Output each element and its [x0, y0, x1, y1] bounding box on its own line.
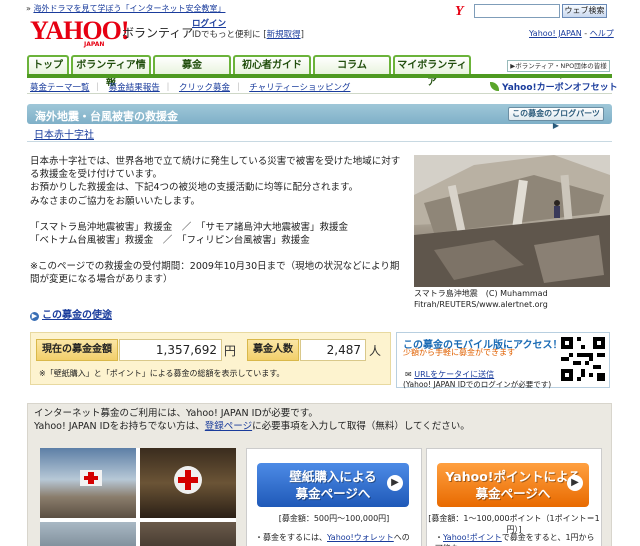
usage-label: この募金の使途	[42, 310, 112, 321]
qr-code-icon	[561, 337, 605, 381]
wallpaper-donation-block: 壁紙購入による 募金ページへ ▶ [募金額：500円〜100,000円] ・募金…	[246, 448, 422, 546]
wallpaper-range: [募金額：500円〜100,000円]	[278, 514, 390, 523]
amount-unit: 円	[224, 344, 237, 358]
relief-photo	[40, 448, 136, 518]
web-search-button[interactable]: ウェブ検索	[562, 4, 607, 18]
arrow-icon: ▶	[30, 312, 39, 321]
points-link[interactable]: Yahoo!ポイント	[443, 533, 502, 542]
earthquake-photo	[414, 155, 610, 287]
subnav-sep: ｜	[163, 83, 173, 93]
donation-methods: インターネット募金のご利用には、Yahoo! JAPAN IDが必要です。 Ya…	[27, 403, 612, 546]
help-link[interactable]: ヘルプ	[590, 29, 614, 38]
page-title-bar: 海外地震・台風被害の救援金 この募金のブログパーツ ▶	[27, 104, 612, 130]
wallpaper-btn-line2: 募金ページへ	[295, 486, 371, 501]
id-required-message: インターネット募金のご利用には、Yahoo! JAPAN IDが必要です。 Ya…	[34, 408, 470, 433]
divider	[27, 141, 612, 142]
relief-photo	[140, 522, 236, 546]
sub-nav: 募金テーマ一覧｜ 募金結果報告｜ クリック募金｜ チャリティーショッピング	[30, 81, 354, 93]
service-title: ボランティア	[122, 26, 194, 40]
points-note-prefix: ・	[435, 533, 443, 542]
amount-number: 1,357,692	[155, 343, 217, 357]
logo-sub: JAPAN	[84, 41, 105, 48]
desc-period: ※このページでの救援金の受付期間：2009年10月30日まで（現地の状況などによ…	[30, 261, 400, 286]
yahoo-japan-link[interactable]: Yahoo! JAPAN	[529, 29, 582, 38]
subnav-click[interactable]: クリック募金	[179, 83, 230, 93]
carbon-label: Yahoo!カーボンオフセット	[502, 83, 618, 93]
header-links: Yahoo! JAPAN - ヘルプ	[529, 28, 614, 39]
desc-funds: 「スマトラ島沖地震被害」救援金 ／ 「サモア諸島沖大地震被害」救援金 「ベトナム…	[30, 221, 348, 247]
usage-link[interactable]: ▶ この募金の使途	[30, 306, 112, 321]
banner-link[interactable]: 海外ドラマを見て学ぼう「インターネット安全教室」	[33, 4, 225, 13]
donation-totals: 現在の募金金額 1,357,692 円 募金人数 2,487 人 ※「壁紙購入」…	[30, 332, 391, 385]
relief-photo	[40, 522, 136, 546]
yahoo-y-icon: Y	[455, 4, 464, 19]
mobile-sub: 少額から手軽に募金ができます	[403, 348, 515, 357]
subnav-charity-shopping[interactable]: チャリティーショッピング	[249, 83, 350, 93]
tab-my-volunteer[interactable]: マイボランティア	[393, 55, 471, 88]
tab-column[interactable]: コラム	[313, 55, 391, 75]
login-box: ログイン IDでもっと便利に [新規取得]	[192, 19, 304, 41]
nav-underline	[27, 74, 612, 78]
people-unit: 人	[369, 344, 382, 358]
login-text-end: ]	[300, 30, 304, 40]
wallpaper-note: ・募金をするには、Yahoo!ウォレットへの	[255, 532, 410, 543]
tab-beginner-guide[interactable]: 初心者ガイド	[233, 55, 311, 75]
arrow-right-icon: ▶	[567, 475, 583, 491]
subnav-sep: ｜	[233, 83, 243, 93]
mobile-access-box: この募金のモバイル版にアクセス！ 少額から手軽に募金ができます ✉ URLをケー…	[396, 332, 610, 389]
msg-line2-suffix: に必要事項を入力して取得（無料）してください。	[252, 420, 470, 432]
wallpaper-note-suffix: への	[393, 533, 410, 542]
login-link[interactable]: ログイン	[192, 19, 226, 29]
tab-volunteer-info[interactable]: ボランティア情報	[71, 55, 151, 88]
points-donation-block: Yahoo!ポイントによる 募金ページへ ▶ [募金額：1〜100,000ポイン…	[426, 448, 602, 546]
logo-main: YAHOO!	[30, 16, 129, 45]
login-text: IDでもっと便利に [	[192, 30, 267, 40]
totals-note: ※「壁紙購入」と「ポイント」による募金の総額を表示しています。	[39, 369, 285, 378]
points-btn-line2: 募金ページへ	[475, 486, 551, 501]
leaf-icon	[490, 82, 499, 91]
relief-photo	[140, 448, 236, 518]
mail-link-label: URLをケータイに送信	[414, 370, 495, 379]
blog-parts-button[interactable]: この募金のブログパーツ ▶	[508, 107, 604, 130]
photo-caption: スマトラ島沖地震 (C) Muhammad Fitrah/REUTERS/www…	[414, 289, 548, 309]
msg-line1: インターネット募金のご利用には、Yahoo! JAPAN IDが必要です。	[34, 408, 318, 419]
mobile-login-note: (Yahoo! JAPAN IDでのログインが必要です)	[403, 380, 552, 389]
people-label: 募金人数	[247, 339, 299, 361]
npo-link[interactable]: ▶ボランティア・NPO団体の皆様へ	[507, 60, 610, 81]
yahoo-logo[interactable]: YAHOO! JAPAN	[30, 16, 129, 49]
arrow-right-icon: ▶	[387, 475, 403, 491]
people-value: 2,487	[300, 339, 366, 361]
amount-value: 1,357,692	[119, 339, 222, 361]
page-title: 海外地震・台風被害の救援金	[35, 110, 178, 123]
wallet-link[interactable]: Yahoo!ウォレット	[327, 533, 394, 542]
wallpaper-note-prefix: ・募金をするには、	[255, 533, 327, 542]
subnav-themes[interactable]: 募金テーマ一覧	[30, 83, 90, 93]
points-note: ・Yahoo!ポイントで募金をすると、1円から可能な	[435, 532, 601, 546]
desc-intro: 日本赤十字社では、世界各地で立て続けに発生している災害で被害を受けた地域に対する…	[30, 156, 401, 207]
header-sep: -	[581, 29, 590, 38]
tab-donation[interactable]: 募金	[153, 55, 231, 75]
organization-link[interactable]: 日本赤十字社	[34, 126, 94, 141]
mail-icon: ✉	[405, 370, 415, 379]
amount-label: 現在の募金金額	[36, 339, 118, 361]
subnav-sep: ｜	[93, 83, 103, 93]
banner-prefix: »	[26, 4, 31, 13]
subnav-results[interactable]: 募金結果報告	[109, 83, 160, 93]
wallpaper-donation-button[interactable]: 壁紙購入による 募金ページへ ▶	[257, 463, 409, 507]
divider	[27, 93, 612, 94]
tab-top[interactable]: トップ	[27, 55, 69, 75]
carbon-offset-link[interactable]: Yahoo!カーボンオフセット	[490, 80, 618, 93]
people-number: 2,487	[326, 343, 361, 357]
search-input[interactable]	[474, 4, 560, 18]
register-page-link[interactable]: 登録ページ	[205, 421, 252, 432]
relief-photos	[40, 448, 236, 546]
register-link[interactable]: 新規取得	[267, 30, 301, 40]
points-donation-button[interactable]: Yahoo!ポイントによる 募金ページへ ▶	[437, 463, 589, 507]
description: 日本赤十字社では、世界各地で立て続けに発生している災害で被害を受けた地域に対する…	[30, 155, 408, 287]
msg-line2-prefix: Yahoo! JAPAN IDをお持ちでない方は、	[34, 420, 205, 432]
